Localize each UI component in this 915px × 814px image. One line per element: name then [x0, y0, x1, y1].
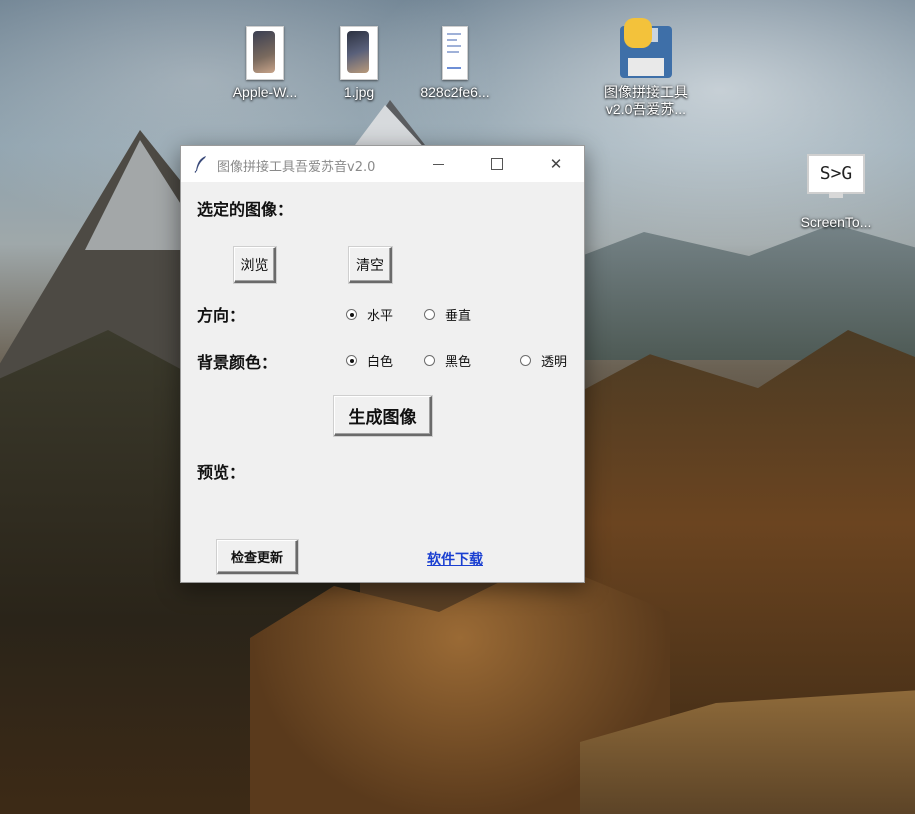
radio-label: 垂直 [445, 309, 472, 324]
desktop-icon-label: 1.jpg [343, 84, 375, 100]
close-button[interactable]: ✕ [527, 146, 585, 182]
software-download-link[interactable]: 软件下载 [427, 549, 483, 569]
radio-label: 黑色 [445, 355, 472, 370]
document-file-icon [442, 26, 468, 80]
radio-bg-transparent[interactable]: 透明 [520, 351, 567, 370]
radio-label: 透明 [541, 355, 568, 370]
close-icon: ✕ [549, 155, 563, 173]
radio-dot [424, 309, 435, 320]
radio-dot [424, 355, 435, 366]
desktop-icon-label: Apple-W... [232, 84, 298, 100]
radio-dot-selected [346, 309, 357, 320]
desktop-icon-label-line1: 图像拼接工具 [604, 84, 688, 100]
check-update-button[interactable]: 检查更新 [217, 540, 298, 574]
desktop-background: Apple-W... 1.jpg 828c2fe6... 图像拼接工具 v2.0… [0, 0, 915, 814]
app-window: 图像拼接工具吾爱苏音v2.0 ✕ 选定的图像： 浏览 清空 方向： 水平 垂直 … [180, 145, 585, 583]
radio-direction-vertical[interactable]: 垂直 [424, 305, 471, 324]
radio-bg-white[interactable]: 白色 [346, 351, 393, 370]
python-floppy-icon [618, 18, 674, 80]
direction-label: 方向： [197, 306, 246, 325]
maximize-button[interactable] [468, 146, 526, 182]
radio-bg-black[interactable]: 黑色 [424, 351, 471, 370]
monitor-screen-text: S>G [807, 154, 865, 194]
radio-direction-horizontal[interactable]: 水平 [346, 305, 393, 324]
desktop-icon-label: 828c2fe6... [420, 84, 490, 100]
generate-image-button[interactable]: 生成图像 [334, 396, 432, 436]
feather-icon [194, 156, 206, 173]
preview-label: 预览： [197, 463, 246, 482]
desktop-icon-828c2fe6[interactable]: 828c2fe6... [405, 26, 505, 101]
clear-button[interactable]: 清空 [349, 247, 392, 283]
minimize-button[interactable] [409, 146, 467, 182]
minimize-icon [432, 163, 444, 165]
radio-dot [520, 355, 531, 366]
radio-label: 水平 [367, 309, 394, 324]
maximize-icon [491, 158, 503, 170]
desktop-icon-image-stitch-tool[interactable]: 图像拼接工具 v2.0吾爱苏... [596, 18, 696, 118]
desktop-icon-1-jpg[interactable]: 1.jpg [309, 26, 409, 101]
title-bar[interactable]: 图像拼接工具吾爱苏音v2.0 ✕ [181, 146, 584, 182]
desktop-icon-apple-w[interactable]: Apple-W... [215, 26, 315, 101]
background-color-label: 背景颜色： [197, 353, 278, 372]
image-file-icon [246, 26, 284, 80]
window-title: 图像拼接工具吾爱苏音v2.0 [217, 160, 376, 175]
monitor-icon: S>G [807, 154, 865, 198]
desktop-icon-screento[interactable]: S>G ScreenTo... [786, 154, 886, 230]
desktop-icon-label: ScreenTo... [800, 214, 872, 230]
radio-label: 白色 [367, 355, 394, 370]
radio-dot-selected [346, 355, 357, 366]
desktop-icon-label-line2: v2.0吾爱苏... [605, 101, 687, 117]
image-file-icon [340, 26, 378, 80]
selected-images-label: 选定的图像： [197, 200, 294, 219]
browse-button[interactable]: 浏览 [234, 247, 276, 283]
